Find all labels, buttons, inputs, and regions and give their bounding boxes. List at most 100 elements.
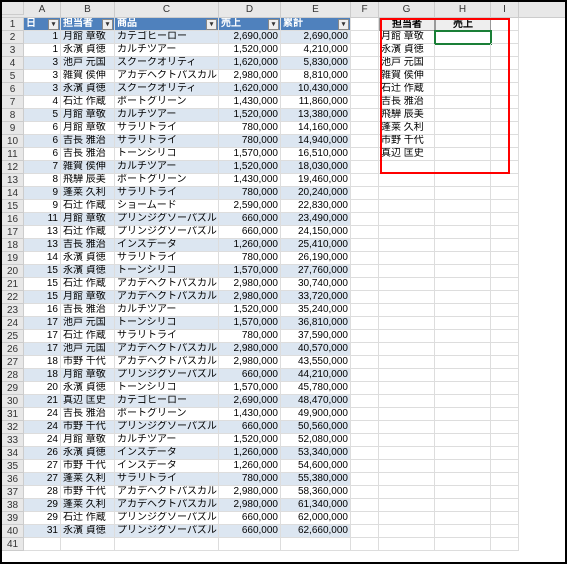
side-sales[interactable]	[435, 200, 491, 213]
side-sales[interactable]	[435, 304, 491, 317]
row-header[interactable]: 9	[2, 122, 24, 135]
col-A[interactable]: A	[24, 2, 61, 17]
cell[interactable]	[351, 343, 379, 356]
row-header[interactable]: 32	[2, 421, 24, 434]
side-sales[interactable]	[435, 408, 491, 421]
cell-sales[interactable]: 780,000	[219, 187, 281, 200]
cell[interactable]	[351, 538, 379, 551]
cell-person[interactable]: 月館 章敬	[61, 434, 115, 447]
side-person[interactable]	[379, 356, 435, 369]
side-person[interactable]	[379, 265, 435, 278]
cell[interactable]	[435, 538, 491, 551]
side-person[interactable]	[379, 213, 435, 226]
row-header[interactable]: 29	[2, 382, 24, 395]
side-person[interactable]: 永濱 貞徳	[379, 44, 435, 57]
side-person[interactable]	[379, 330, 435, 343]
cell-product[interactable]: アカデヘクトパスカル	[115, 291, 219, 304]
cell-person[interactable]: 蓬莱 久利	[61, 187, 115, 200]
side-sales[interactable]	[435, 226, 491, 239]
cell-day[interactable]: 3	[24, 57, 61, 70]
cell[interactable]	[491, 304, 519, 317]
cell-product[interactable]: カルチツアー	[115, 44, 219, 57]
cell-day[interactable]: 15	[24, 265, 61, 278]
row-header[interactable]: 10	[2, 135, 24, 148]
cell[interactable]	[351, 252, 379, 265]
cell[interactable]	[491, 278, 519, 291]
cell-total[interactable]: 37,590,000	[281, 330, 351, 343]
cell-sales[interactable]: 1,430,000	[219, 96, 281, 109]
cell-product[interactable]: アカデヘクトパスカル	[115, 278, 219, 291]
row-header[interactable]: 5	[2, 70, 24, 83]
cell[interactable]	[491, 31, 519, 44]
side-sales[interactable]	[435, 109, 491, 122]
side-person[interactable]	[379, 304, 435, 317]
side-sales[interactable]	[435, 148, 491, 161]
side-person[interactable]	[379, 525, 435, 538]
cell-total[interactable]: 30,740,000	[281, 278, 351, 291]
cell-product[interactable]: サラリトライ	[115, 473, 219, 486]
row-header[interactable]: 19	[2, 252, 24, 265]
cell[interactable]	[351, 499, 379, 512]
cell-sales[interactable]: 780,000	[219, 473, 281, 486]
filter-dropdown-icon[interactable]: ▾	[48, 19, 59, 30]
cell-person[interactable]: 市野 千代	[61, 460, 115, 473]
cell-sales[interactable]: 1,520,000	[219, 109, 281, 122]
cell-product[interactable]: ポートグリーン	[115, 96, 219, 109]
cell-person[interactable]: 永濱 貞徳	[61, 265, 115, 278]
cell-day[interactable]: 7	[24, 161, 61, 174]
cell-total[interactable]: 27,760,000	[281, 265, 351, 278]
row-header[interactable]: 37	[2, 486, 24, 499]
cell-day[interactable]: 31	[24, 525, 61, 538]
cell-person[interactable]: 市野 千代	[61, 486, 115, 499]
row-header[interactable]: 20	[2, 265, 24, 278]
side-sales[interactable]	[435, 187, 491, 200]
row-header[interactable]: 18	[2, 239, 24, 252]
cell-total[interactable]: 2,690,000	[281, 31, 351, 44]
cell[interactable]	[491, 473, 519, 486]
cell-total[interactable]: 40,570,000	[281, 343, 351, 356]
cell[interactable]	[491, 434, 519, 447]
cell-product[interactable]: プリンジグソーパズル	[115, 512, 219, 525]
side-sales[interactable]	[435, 83, 491, 96]
cell-person[interactable]: 真辺 匡史	[61, 395, 115, 408]
row-header[interactable]: 6	[2, 83, 24, 96]
hdr-person[interactable]: 担当者▾	[61, 18, 115, 31]
cell[interactable]	[351, 174, 379, 187]
side-sales[interactable]	[435, 486, 491, 499]
side-sales[interactable]	[435, 291, 491, 304]
side-person[interactable]	[379, 408, 435, 421]
cell[interactable]	[24, 538, 61, 551]
cell-product[interactable]: サラリトライ	[115, 122, 219, 135]
cell[interactable]	[491, 421, 519, 434]
row-header[interactable]: 1	[2, 18, 24, 31]
cell-person[interactable]: 月館 章敬	[61, 213, 115, 226]
hdr-total[interactable]: 累計▾	[281, 18, 351, 31]
cell-day[interactable]: 26	[24, 447, 61, 460]
cell-total[interactable]: 14,940,000	[281, 135, 351, 148]
cell-sales[interactable]: 1,570,000	[219, 265, 281, 278]
cell-person[interactable]: 月館 章敬	[61, 122, 115, 135]
cell-day[interactable]: 1	[24, 44, 61, 57]
side-sales[interactable]	[435, 135, 491, 148]
side-sales[interactable]	[435, 317, 491, 330]
row-header[interactable]: 2	[2, 31, 24, 44]
cell[interactable]	[351, 473, 379, 486]
cell-person[interactable]: 市野 千代	[61, 356, 115, 369]
cell[interactable]	[61, 538, 115, 551]
cell-product[interactable]: カルチツアー	[115, 161, 219, 174]
cell-sales[interactable]: 1,520,000	[219, 434, 281, 447]
cell[interactable]	[491, 538, 519, 551]
row-header[interactable]: 7	[2, 96, 24, 109]
cell-product[interactable]: アカデヘクトパスカル	[115, 486, 219, 499]
cell[interactable]	[351, 512, 379, 525]
cell[interactable]	[491, 135, 519, 148]
cell[interactable]	[351, 447, 379, 460]
row-header[interactable]: 3	[2, 44, 24, 57]
side-person[interactable]	[379, 460, 435, 473]
row-header[interactable]: 12	[2, 161, 24, 174]
row-header[interactable]: 31	[2, 408, 24, 421]
cell[interactable]	[351, 304, 379, 317]
cell-person[interactable]: 飛騨 辰美	[61, 174, 115, 187]
side-person[interactable]: 石辻 作蔵	[379, 83, 435, 96]
cell-total[interactable]: 50,560,000	[281, 421, 351, 434]
